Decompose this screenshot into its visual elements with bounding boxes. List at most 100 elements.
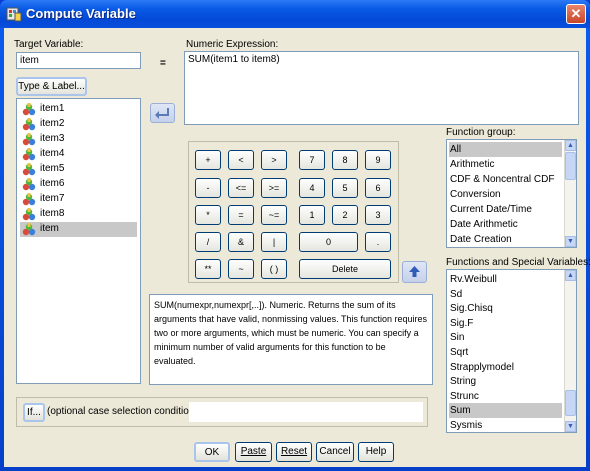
keypad-key[interactable]: 1: [299, 205, 325, 225]
keypad-key[interactable]: >: [261, 150, 287, 170]
target-variable-input[interactable]: item: [16, 52, 141, 69]
type-label-button[interactable]: Type & Label...: [16, 77, 87, 96]
scroll-up-arrow-icon[interactable]: ▲: [565, 270, 576, 281]
variable-list-item[interactable]: item6: [20, 177, 137, 192]
variable-name: item4: [40, 148, 65, 159]
function-group-item[interactable]: All: [449, 142, 562, 157]
if-condition-text: (optional case selection condition): [47, 406, 198, 417]
variable-name: item7: [40, 193, 65, 204]
variable-name: item8: [40, 208, 65, 219]
function-item[interactable]: Strapplymodel: [449, 360, 562, 375]
scroll-down-arrow-icon[interactable]: ▼: [565, 421, 576, 432]
ok-button[interactable]: OK: [194, 442, 230, 462]
scale-variable-icon: [22, 178, 36, 191]
function-item[interactable]: Sig.F: [449, 316, 562, 331]
function-group-item[interactable]: CDF & Noncentral CDF: [449, 172, 562, 187]
variable-list-item[interactable]: item5: [20, 162, 137, 177]
functions-list[interactable]: Sysmis Sum Strunc String Strapplymodel Sqrt Si…: [446, 269, 577, 433]
keypad-key[interactable]: 4: [299, 178, 325, 198]
numeric-expression-label: Numeric Expression:: [186, 39, 279, 50]
keypad-key[interactable]: =: [228, 205, 254, 225]
if-button[interactable]: If...: [23, 403, 45, 422]
function-item[interactable]: Sum: [449, 403, 562, 419]
keypad-key[interactable]: 7: [299, 150, 325, 170]
function-item[interactable]: Strunc: [449, 389, 562, 404]
paste-button[interactable]: Paste: [235, 442, 272, 462]
keypad-key[interactable]: >=: [261, 178, 287, 198]
variable-name: item3: [40, 133, 65, 144]
up-arrow-icon: [409, 266, 420, 277]
title-bar: Compute Variable ✕: [0, 0, 590, 28]
variable-list[interactable]: item1 item2 item3 item4 item5 item6 item7 item8…: [16, 98, 141, 384]
keypad-key[interactable]: -: [195, 178, 221, 198]
reset-button[interactable]: Reset: [276, 442, 312, 462]
scroll-thumb[interactable]: [565, 390, 576, 416]
keypad-key[interactable]: <: [228, 150, 254, 170]
function-group-scrollbar[interactable]: ▲ ▼: [564, 140, 576, 247]
compute-variable-window: Compute Variable ✕ Target Variable: item…: [0, 0, 590, 471]
function-group-item[interactable]: Current Date/Time: [449, 202, 562, 217]
calculator-app-icon: [6, 7, 22, 22]
variable-name: item6: [40, 178, 65, 189]
keypad-key[interactable]: .: [365, 232, 391, 252]
function-group-item[interactable]: Conversion: [449, 187, 562, 202]
move-variable-button[interactable]: [150, 103, 175, 123]
scale-variable-icon: [22, 133, 36, 146]
variable-list-item[interactable]: item: [20, 222, 137, 237]
if-condition-field: [189, 402, 423, 422]
function-item[interactable]: Rv.Weibull: [449, 272, 562, 287]
keypad-key[interactable]: 2: [332, 205, 358, 225]
keypad-key[interactable]: 3: [365, 205, 391, 225]
keypad-key[interactable]: 8: [332, 150, 358, 170]
keypad-key[interactable]: 5: [332, 178, 358, 198]
functions-scrollbar[interactable]: ▲ ▼: [564, 270, 576, 432]
function-group-item[interactable]: Date Arithmetic: [449, 217, 562, 232]
keypad-key[interactable]: &: [228, 232, 254, 252]
function-group-item[interactable]: Arithmetic: [449, 157, 562, 172]
function-item[interactable]: Sig.Chisq: [449, 301, 562, 316]
dialog-body: Target Variable: item = Type & Label... …: [4, 28, 590, 467]
cancel-button[interactable]: Cancel: [316, 442, 354, 462]
keypad-key[interactable]: *: [195, 205, 221, 225]
scroll-up-arrow-icon[interactable]: ▲: [565, 140, 576, 151]
variable-list-item[interactable]: item2: [20, 117, 137, 132]
keypad-key[interactable]: +: [195, 150, 221, 170]
target-variable-label: Target Variable:: [14, 39, 84, 50]
scale-variable-icon: [22, 148, 36, 161]
keypad-key[interactable]: ( ): [261, 259, 287, 279]
function-item[interactable]: String: [449, 374, 562, 389]
help-button[interactable]: Help: [358, 442, 394, 462]
scroll-thumb[interactable]: [565, 152, 576, 180]
variable-list-item[interactable]: item1: [20, 102, 137, 117]
keypad-key[interactable]: <=: [228, 178, 254, 198]
scale-variable-icon: [22, 193, 36, 206]
keypad-key[interactable]: /: [195, 232, 221, 252]
function-group-item[interactable]: Date Creation: [449, 232, 562, 247]
keypad-key[interactable]: 9: [365, 150, 391, 170]
variable-list-item[interactable]: item7: [20, 192, 137, 207]
scroll-down-arrow-icon[interactable]: ▼: [565, 236, 576, 247]
keypad-key[interactable]: ~=: [261, 205, 287, 225]
variable-list-item[interactable]: item8: [20, 207, 137, 222]
function-item[interactable]: Sysmis: [449, 418, 562, 432]
keypad-key[interactable]: 0: [299, 232, 358, 252]
function-group-list[interactable]: Date Creation Date Arithmetic Current Date…: [446, 139, 577, 248]
if-section: If... (optional case selection condition…: [16, 397, 428, 427]
keypad-key[interactable]: **: [195, 259, 221, 279]
function-item[interactable]: Sqrt: [449, 345, 562, 360]
variable-list-item[interactable]: item3: [20, 132, 137, 147]
keypad-key[interactable]: 6: [365, 178, 391, 198]
up-arrow-button[interactable]: [402, 261, 427, 283]
variable-list-item[interactable]: item4: [20, 147, 137, 162]
close-button[interactable]: ✕: [566, 4, 586, 24]
keypad-key[interactable]: |: [261, 232, 287, 252]
function-item[interactable]: Sd: [449, 287, 562, 302]
function-item[interactable]: Sin: [449, 330, 562, 345]
scale-variable-icon: [22, 163, 36, 176]
numeric-expression-input[interactable]: SUM(item1 to item8): [184, 51, 579, 125]
variable-name: item: [40, 223, 59, 234]
delete-button[interactable]: Delete: [299, 259, 391, 279]
keypad-key[interactable]: ~: [228, 259, 254, 279]
equals-sign: =: [160, 58, 166, 69]
variable-name: item1: [40, 103, 65, 114]
